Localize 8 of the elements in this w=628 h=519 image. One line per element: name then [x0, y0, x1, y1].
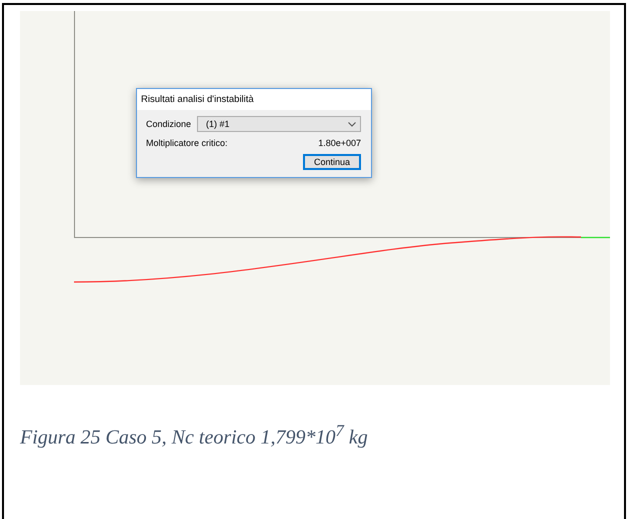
continue-button[interactable]: Continua — [303, 154, 361, 170]
dialog-title: Risultati analisi d'instabilità — [137, 89, 371, 110]
figure-caption: Figura 25 Caso 5, Nc teorico 1,799*10$^{7}$ kg — [20, 421, 369, 450]
multiplier-label: Moltiplicatore critico: — [146, 138, 228, 148]
condition-label: Condizione — [146, 119, 192, 129]
multiplier-value: 1.80e+007 — [318, 138, 361, 148]
condition-dropdown[interactable]: (1) #1 — [197, 116, 361, 132]
chevron-icon — [348, 122, 356, 126]
